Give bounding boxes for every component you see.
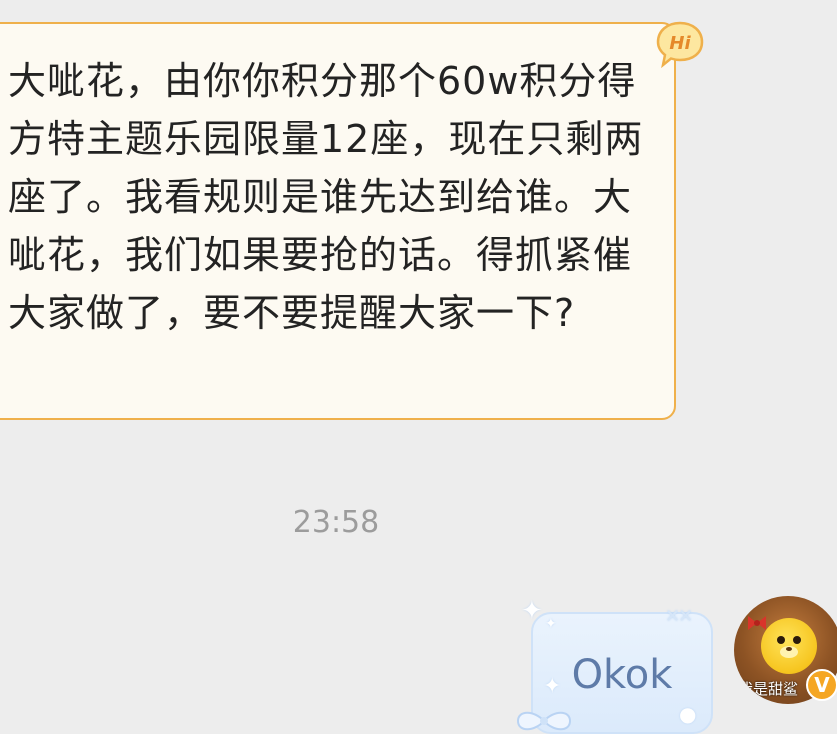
outgoing-message-text: Okok: [571, 652, 673, 698]
hi-badge-text: Hi: [669, 33, 691, 54]
message-timestamp: 23:58: [292, 505, 380, 540]
incoming-message-bubble[interactable]: 大呲花，由你你积分那个60w积分得方特主题乐园限量12座，现在只剩两座了。我看规…: [0, 22, 676, 420]
cross-stitch-icon: ✕✕: [665, 606, 693, 627]
avatar-label: 我是甜鲨: [738, 680, 799, 698]
sparkle-icon: ✦: [521, 596, 543, 626]
avatar-face: [761, 618, 817, 674]
hi-sticker-icon: Hi: [656, 21, 704, 68]
bubble-dot-icon: ●: [679, 702, 697, 726]
vip-badge: V: [806, 669, 837, 701]
sparkle-icon: ✦: [545, 616, 557, 632]
ribbon-bow-icon: [516, 711, 572, 731]
incoming-message-text: 大呲花，由你你积分那个60w积分得方特主题乐园限量12座，现在只剩两座了。我看规…: [8, 59, 644, 335]
